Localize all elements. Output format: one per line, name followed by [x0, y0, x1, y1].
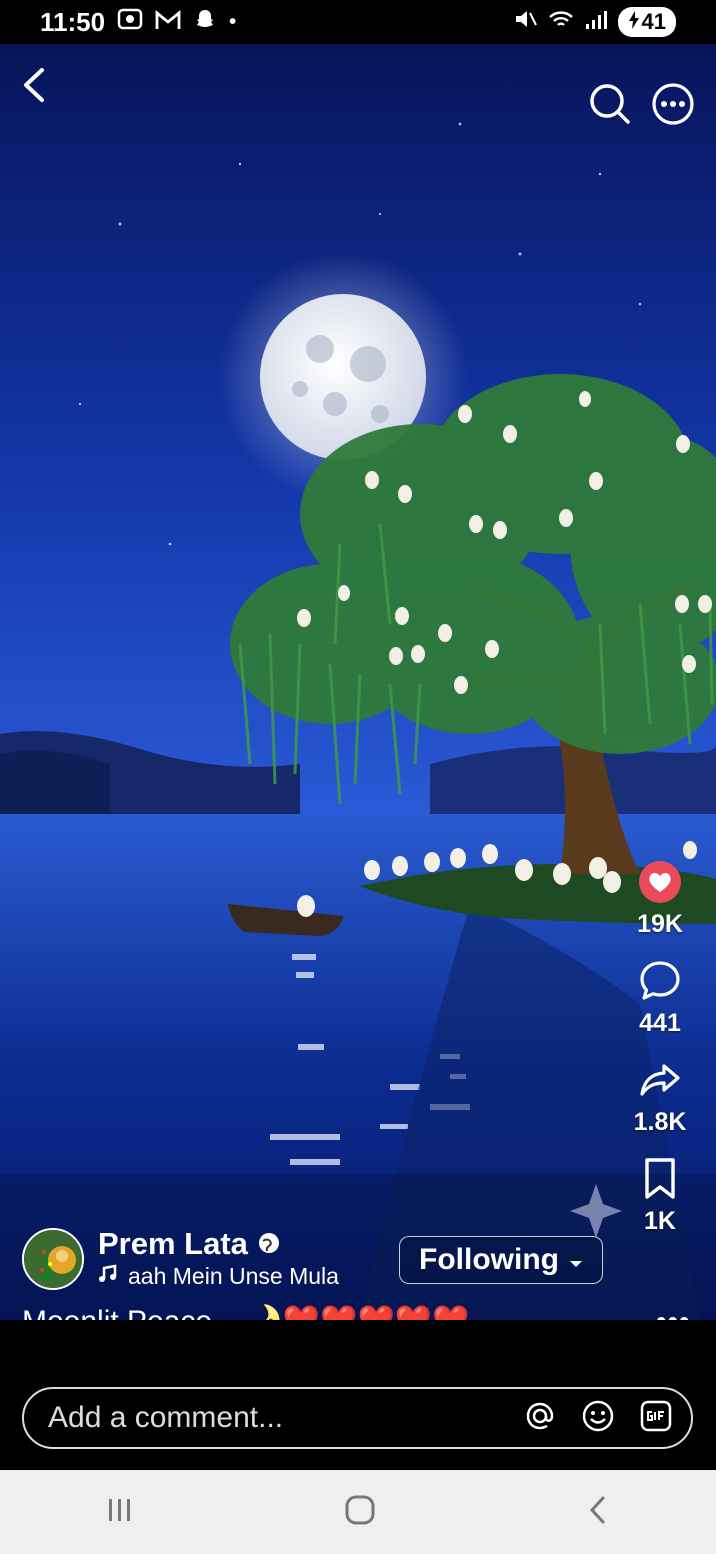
avatar[interactable] [22, 1228, 84, 1290]
system-nav-bar [0, 1470, 716, 1554]
heart-filled-icon [639, 861, 681, 903]
more-horizontal-circle-icon [652, 83, 694, 125]
reel-video[interactable] [0, 44, 716, 1320]
music-note-icon [98, 1263, 118, 1290]
battery-indicator: 41 [617, 7, 676, 37]
screen-record-icon [117, 7, 143, 38]
mute-icon [512, 7, 538, 38]
like-button[interactable]: 19K [637, 860, 683, 939]
status-time: 11:50 [40, 6, 106, 37]
comment-count: 441 [639, 1009, 681, 1037]
share-button[interactable]: 1.8K [633, 1058, 687, 1137]
wifi-icon [548, 7, 574, 38]
emoji-icon[interactable] [581, 1399, 615, 1438]
home-button[interactable] [343, 1493, 377, 1532]
comment-input[interactable] [46, 1400, 523, 1436]
mention-icon[interactable] [523, 1399, 557, 1438]
gmail-icon [155, 7, 181, 38]
save-count: 1K [644, 1207, 676, 1235]
reel-artwork [0, 44, 716, 1320]
share-arrow-icon [640, 1064, 680, 1096]
home-icon [345, 1495, 375, 1524]
recent-apps-button[interactable] [103, 1495, 137, 1530]
comment-box[interactable] [22, 1387, 693, 1449]
save-button[interactable]: 1K [640, 1157, 680, 1236]
comment-button[interactable]: 441 [638, 959, 682, 1038]
snapchat-icon [193, 7, 217, 38]
search-button[interactable] [588, 82, 632, 126]
following-button[interactable]: Following [399, 1236, 603, 1284]
more-options-button[interactable] [651, 82, 695, 126]
dot-icon: • [229, 10, 237, 33]
music-title: aah Mein Unse Mula [128, 1263, 339, 1290]
comment-bar [0, 1320, 716, 1470]
status-bar: 11:50 • 41 [0, 0, 716, 44]
battery-level: 41 [641, 9, 666, 34]
back-button[interactable] [18, 66, 50, 104]
bookmark-icon [645, 1158, 675, 1199]
avatar-image [24, 1230, 82, 1288]
recent-apps-icon [109, 1498, 130, 1521]
like-count: 19K [637, 910, 683, 938]
back-arrow-icon [589, 1496, 605, 1523]
author-name[interactable]: Prem Lata [98, 1227, 248, 1261]
globe-icon [258, 1228, 280, 1261]
caret-down-icon [569, 1243, 583, 1277]
chevron-left-icon [24, 68, 44, 102]
charging-icon [628, 9, 640, 35]
following-label: Following [419, 1243, 559, 1276]
search-icon [590, 84, 630, 124]
music-info[interactable]: aah Mein Unse Mula [98, 1263, 368, 1290]
system-back-button[interactable] [583, 1493, 613, 1532]
gif-icon[interactable] [639, 1399, 673, 1438]
comment-bubble-icon [640, 961, 680, 1000]
signal-icon [584, 7, 608, 38]
reel-actions: 19K 441 1.8K 1K [620, 860, 700, 1256]
share-count: 1.8K [633, 1108, 687, 1136]
